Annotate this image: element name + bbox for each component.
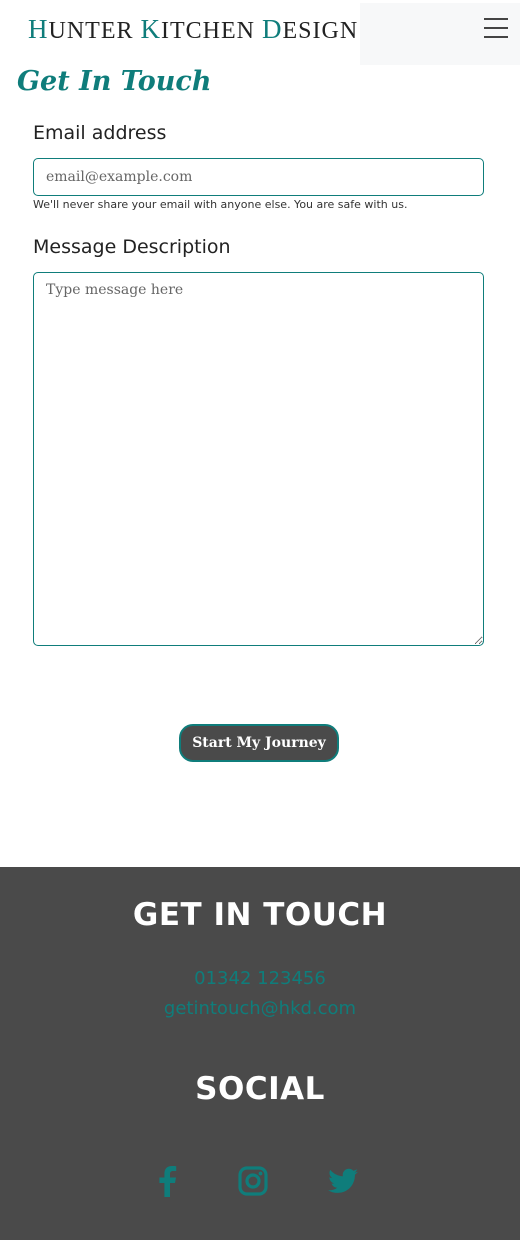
instagram-icon[interactable]	[235, 1163, 271, 1199]
brand-initial-h: H	[28, 14, 49, 44]
message-textarea[interactable]	[33, 272, 484, 646]
email-help-text: We'll never share your email with anyone…	[33, 198, 408, 211]
brand-word-design: ESIGN	[282, 18, 359, 44]
message-label: Message Description	[33, 236, 231, 258]
brand-word-hunter: UNTER	[48, 18, 141, 44]
email-link[interactable]: getintouch@hkd.com	[0, 998, 520, 1019]
hamburger-icon[interactable]	[484, 18, 508, 38]
brand-word-kitchen: ITCHEN	[161, 18, 262, 44]
phone-link[interactable]: 01342 123456	[0, 968, 520, 989]
brand-logo[interactable]: HUNTER KITCHEN DESIGN	[28, 14, 358, 45]
twitter-icon[interactable]	[325, 1163, 361, 1199]
navbar: HUNTER KITCHEN DESIGN	[0, 0, 520, 66]
email-field[interactable]	[33, 158, 484, 196]
email-label: Email address	[33, 122, 167, 144]
brand-initial-d: D	[261, 14, 283, 44]
footer-contact-heading: GET IN TOUCH	[132, 897, 388, 933]
footer-social-heading: SOCIAL	[195, 1071, 325, 1107]
page-title: Get In Touch	[17, 66, 212, 97]
start-journey-button[interactable]: Start My Journey	[179, 724, 339, 762]
brand-initial-k: K	[140, 14, 161, 44]
footer: GET IN TOUCH 01342 123456 getintouch@hkd…	[0, 867, 520, 1240]
facebook-icon[interactable]	[150, 1163, 186, 1199]
